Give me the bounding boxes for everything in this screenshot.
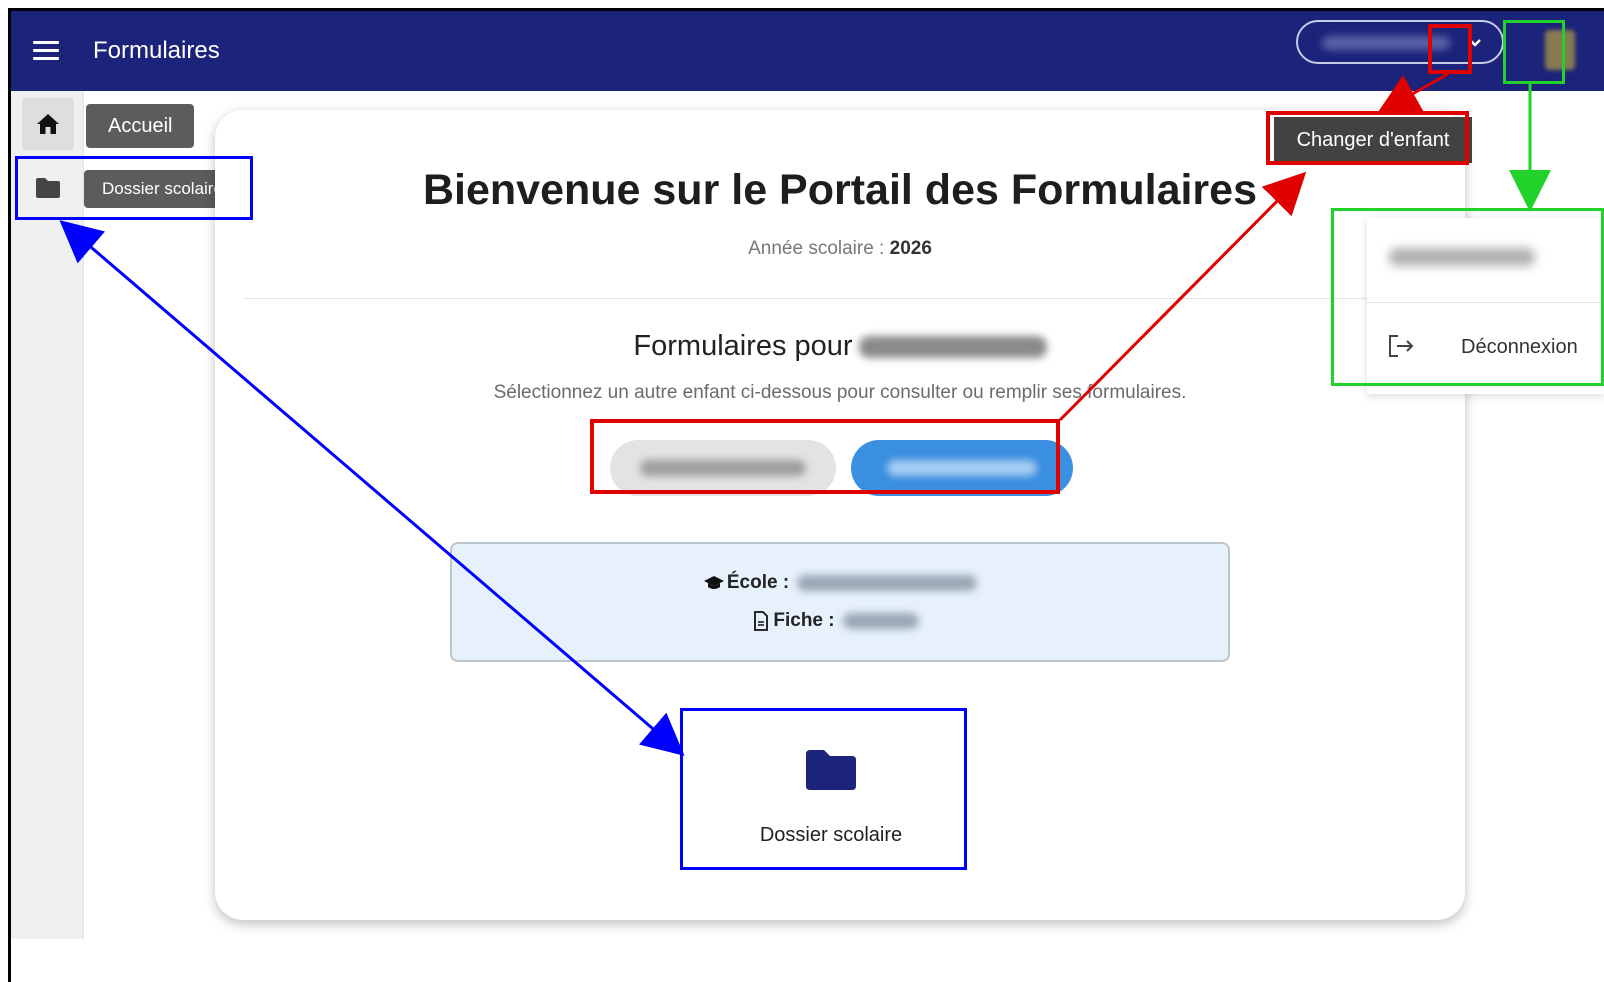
school-year-value: 2026 (889, 238, 932, 259)
logout-label: Déconnexion (1461, 336, 1578, 358)
page-title: Bienvenue sur le Portail des Formulaires (422, 166, 1257, 214)
school-year-label: Année scolaire : (748, 238, 890, 259)
school-label: École : (726, 572, 790, 593)
forms-for-heading: Formulaires pour (215, 330, 1465, 363)
document-icon (754, 611, 769, 631)
change-child-tooltip: Changer d'enfant (1274, 117, 1472, 163)
chevron-down-icon[interactable] (1466, 34, 1484, 52)
user-menu: Déconnexion (1367, 218, 1604, 394)
file-row: Fiche : (448, 610, 1224, 632)
dossier-scolaire-card[interactable]: Dossier scolaire (691, 720, 971, 872)
hamburger-menu-icon[interactable] (33, 41, 59, 61)
graduation-cap-icon (703, 575, 724, 589)
folder-icon (806, 750, 856, 790)
home-icon (37, 114, 59, 134)
child-name-blurred (1322, 36, 1450, 50)
avatar[interactable] (1545, 30, 1575, 70)
dossier-scolaire-label: Dossier scolaire (759, 824, 903, 846)
school-year: Année scolaire : 2026 (215, 238, 1465, 260)
sidebar-item-home[interactable] (22, 98, 74, 150)
forms-for-label: Formulaires pour (633, 330, 853, 362)
child-chip-other[interactable] (610, 440, 836, 496)
folder-icon (36, 178, 60, 198)
menu-divider (1367, 302, 1604, 303)
file-value-blurred (842, 612, 919, 629)
logout-menu-item[interactable]: Déconnexion (1367, 318, 1604, 374)
child-name-blurred (858, 336, 1047, 359)
sidebar (11, 91, 84, 939)
child-chip-selected[interactable] (851, 440, 1073, 496)
child-info-box: École : Fiche : (450, 542, 1230, 662)
sidebar-item-dossier[interactable] (22, 162, 74, 214)
school-row: École : (452, 572, 1228, 594)
tooltip-home: Accueil (86, 104, 195, 148)
divider (243, 298, 1437, 299)
select-child-hint: Sélectionnez un autre enfant ci-dessous … (493, 382, 1187, 403)
file-label: Fiche : (773, 610, 835, 631)
welcome-card: Bienvenue sur le Portail des Formulaires… (215, 110, 1465, 920)
app-title: Formulaires (93, 37, 220, 64)
school-value-blurred (797, 574, 978, 591)
user-name-blurred (1389, 248, 1535, 266)
logout-icon (1389, 335, 1414, 357)
